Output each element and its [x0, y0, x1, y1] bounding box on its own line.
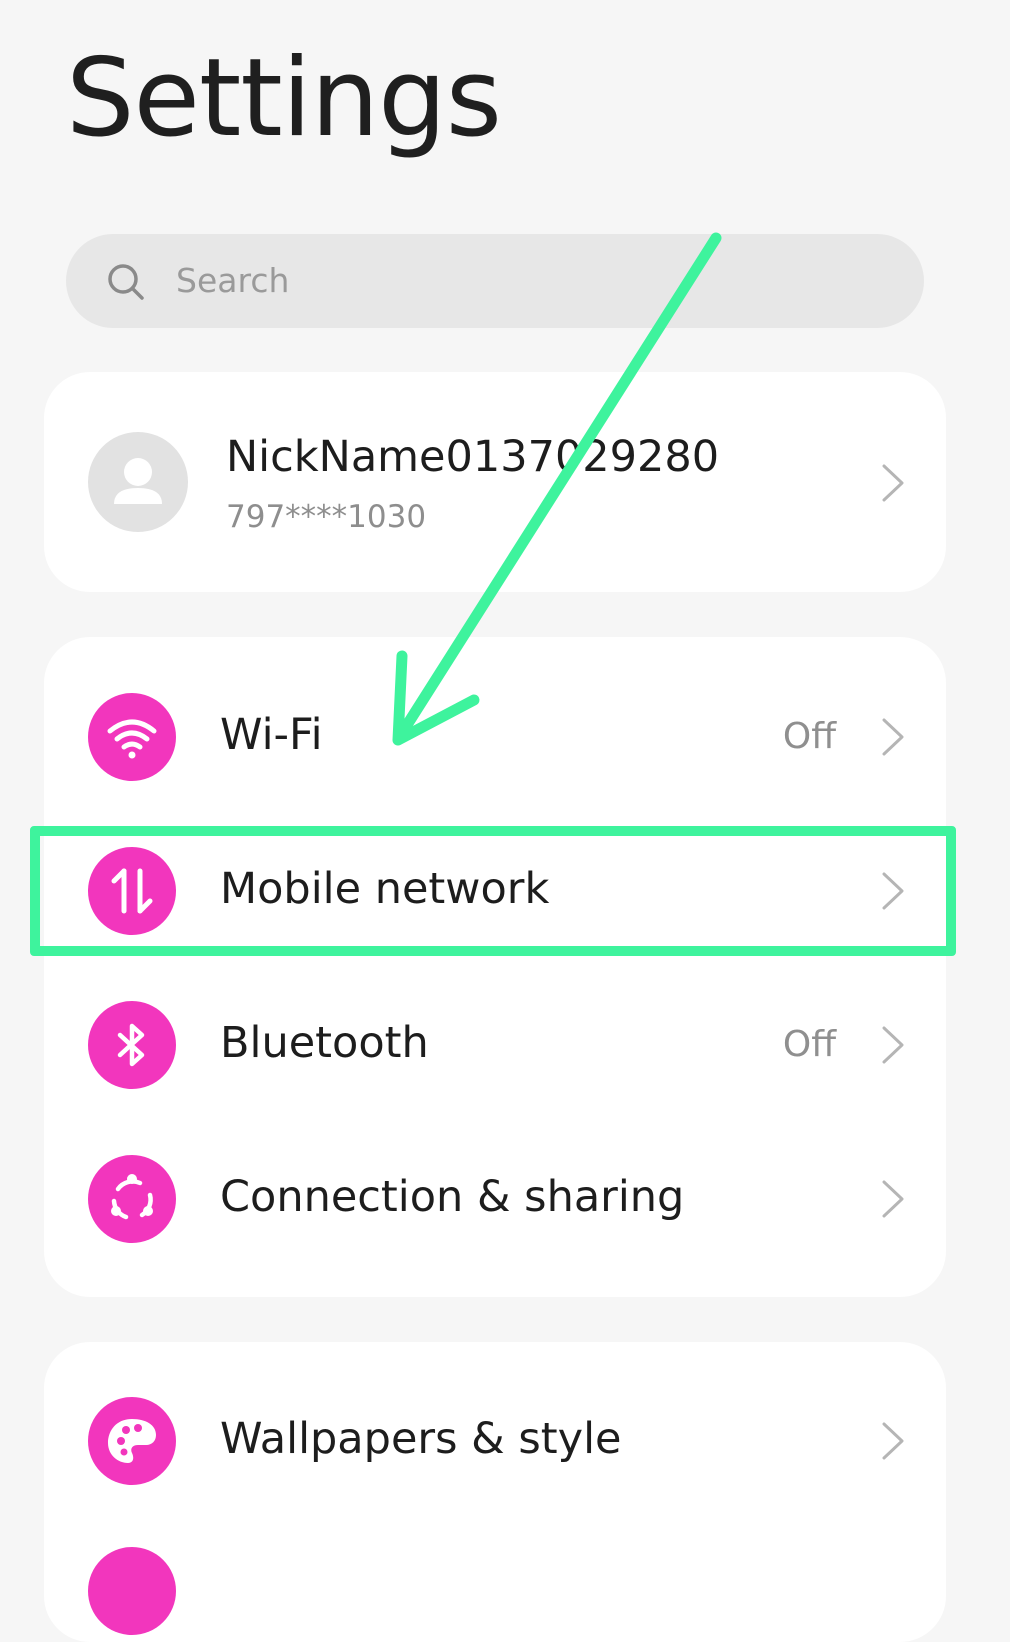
connection-sharing-icon: [88, 1155, 176, 1243]
search-placeholder: Search: [176, 261, 290, 300]
wallpapers-style-label: Wallpapers & style: [220, 1414, 622, 1464]
user-icon: [114, 458, 162, 504]
chevron-right-icon: [882, 464, 904, 502]
mobile-network-row[interactable]: Mobile network: [44, 814, 946, 968]
account-phone: 797****1030: [226, 499, 427, 535]
connection-sharing-label: Connection & sharing: [220, 1172, 685, 1222]
mobile-data-icon: [88, 847, 176, 935]
wifi-icon: [88, 693, 176, 781]
account-name: NickName0137029280: [226, 432, 720, 482]
chevron-right-icon: [882, 1180, 904, 1218]
palette-icon: [88, 1397, 176, 1485]
account-card[interactable]: NickName0137029280 797****1030: [44, 372, 946, 592]
connection-sharing-row[interactable]: Connection & sharing: [44, 1122, 946, 1276]
personal-card: Wallpapers & style: [44, 1342, 946, 1642]
wifi-status: Off: [782, 716, 836, 757]
chevron-right-icon: [882, 872, 904, 910]
mobile-network-label: Mobile network: [220, 864, 550, 914]
chevron-right-icon: [882, 1422, 904, 1460]
bluetooth-icon: [88, 1001, 176, 1089]
wifi-label: Wi-Fi: [220, 710, 323, 760]
connectivity-card: Wi-Fi Off Mobile network Bluetooth Off C…: [44, 637, 946, 1297]
bluetooth-label: Bluetooth: [220, 1018, 429, 1068]
wifi-row[interactable]: Wi-Fi Off: [44, 660, 946, 814]
avatar: [88, 432, 188, 532]
bluetooth-status: Off: [782, 1024, 836, 1065]
page-title: Settings: [66, 36, 502, 161]
chevron-right-icon: [882, 1026, 904, 1064]
search-bar[interactable]: Search: [66, 234, 924, 328]
bluetooth-row[interactable]: Bluetooth Off: [44, 968, 946, 1122]
settings-item-icon: [88, 1547, 176, 1635]
wallpapers-style-row[interactable]: Wallpapers & style: [44, 1364, 946, 1518]
search-icon: [108, 264, 144, 300]
chevron-right-icon: [882, 718, 904, 756]
